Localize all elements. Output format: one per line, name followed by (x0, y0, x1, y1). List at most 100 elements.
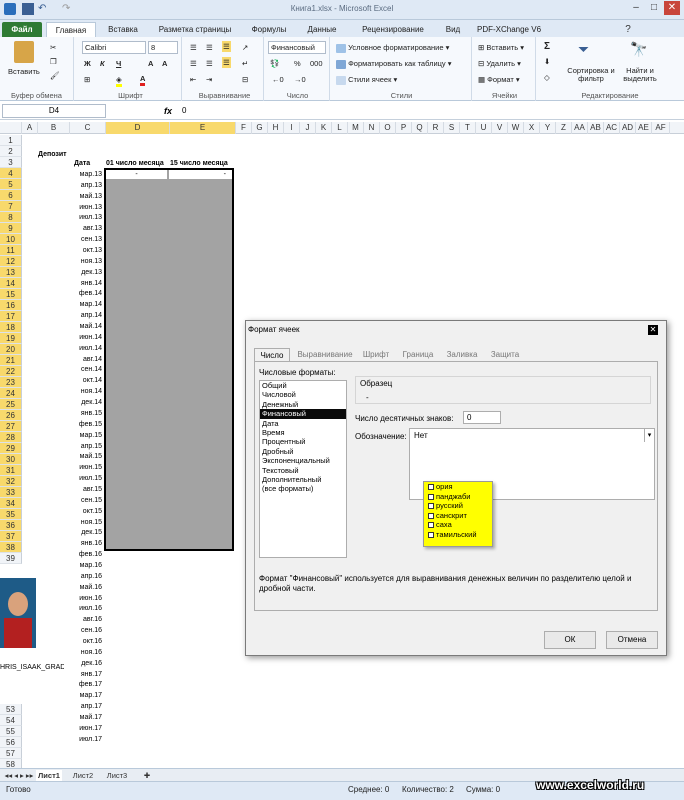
date-cell[interactable]: июл.15 (70, 473, 104, 484)
underline-button[interactable]: Ч (116, 59, 121, 68)
italic-button[interactable]: К (100, 59, 105, 68)
category-item[interactable]: Экспоненциальный (260, 456, 346, 465)
date-cell[interactable]: янв.15 (70, 408, 104, 419)
column-header-p[interactable]: P (396, 122, 412, 134)
tab-fill[interactable]: Заливка (442, 348, 482, 361)
date-cell[interactable]: июн.13 (70, 202, 104, 213)
sheet-tab-1[interactable]: Лист1 (36, 770, 62, 781)
category-item[interactable]: Дата (260, 419, 346, 428)
decimals-spinner[interactable]: 0 (463, 411, 501, 424)
date-cell[interactable]: сен.14 (70, 364, 104, 375)
cell-styles-button[interactable]: Стили ячеек ▾ (336, 75, 397, 85)
column-header-y[interactable]: Y (540, 122, 556, 134)
tab-data[interactable]: Данные (298, 22, 346, 37)
minimize-icon[interactable]: – (628, 1, 644, 15)
checkbox-icon[interactable] (428, 503, 434, 510)
date-cell[interactable]: сен.13 (70, 234, 104, 245)
row-header-33[interactable]: 33 (0, 487, 22, 498)
tab-formulas[interactable]: Формулы (244, 22, 294, 37)
date-cell[interactable]: мар.16 (70, 560, 104, 571)
date-cell[interactable]: апр.15 (70, 441, 104, 452)
delete-cells-button[interactable]: ⊟ Удалить ▾ (478, 59, 521, 68)
date-cell[interactable]: авг.13 (70, 223, 104, 234)
tab-protection[interactable]: Защита (486, 348, 524, 361)
font-color-icon[interactable]: A (140, 74, 146, 86)
row-header-53[interactable]: 53 (0, 704, 22, 715)
column-header-u[interactable]: U (476, 122, 492, 134)
autosum-button[interactable]: Σ (544, 41, 550, 52)
row-header-54[interactable]: 54 (0, 715, 22, 726)
orientation-icon[interactable]: ↗ (242, 43, 248, 52)
column-header-q[interactable]: Q (412, 122, 428, 134)
fill-icon[interactable]: ⬇ (544, 57, 550, 66)
date-cell[interactable]: ноя.13 (70, 256, 104, 267)
date-cell[interactable]: июл.13 (70, 212, 104, 223)
tab-insert[interactable]: Вставка (100, 22, 146, 37)
date-cell[interactable]: фев.16 (70, 549, 104, 560)
column-header-d[interactable]: D (106, 122, 170, 134)
column-header-m[interactable]: M (348, 122, 364, 134)
category-list[interactable]: Общий Числовой Денежный Финансовый Дата Время… (259, 380, 347, 558)
sort-filter-button[interactable]: Сортировка и фильтр (566, 67, 616, 83)
percent-button[interactable]: % (294, 59, 301, 68)
column-header-s[interactable]: S (444, 122, 460, 134)
date-cell[interactable]: май.15 (70, 451, 104, 462)
row-header-16[interactable]: 16 (0, 300, 22, 311)
category-item[interactable]: Числовой (260, 390, 346, 399)
row-header-38[interactable]: 38 (0, 542, 22, 553)
symbol-option[interactable]: тамильский (424, 530, 492, 540)
column-header-w[interactable]: W (508, 122, 524, 134)
number-format-select[interactable]: Финансовый (268, 41, 326, 54)
align-top-icon[interactable]: ☰ (190, 43, 197, 52)
increase-decimal-icon[interactable]: ←0 (272, 75, 284, 84)
thousands-button[interactable]: 000 (310, 59, 323, 68)
select-all-corner[interactable] (0, 122, 22, 134)
row-header-39[interactable]: 39 (0, 553, 22, 564)
date-cell[interactable]: сен.16 (70, 625, 104, 636)
tab-number[interactable]: Число (254, 348, 290, 361)
category-item[interactable]: Процентный (260, 437, 346, 446)
row-header-32[interactable]: 32 (0, 476, 22, 487)
date-cell[interactable]: дек.15 (70, 527, 104, 538)
align-center-icon[interactable]: ☰ (206, 59, 213, 68)
column-header-ae[interactable]: AE (636, 122, 652, 134)
row-header-8[interactable]: 8 (0, 212, 22, 223)
conditional-formatting-button[interactable]: Условное форматирование ▾ (336, 43, 449, 53)
row-header-10[interactable]: 10 (0, 234, 22, 245)
row-header-57[interactable]: 57 (0, 748, 22, 759)
date-cell[interactable]: мар.13 (70, 169, 104, 180)
column-header-c[interactable]: C (70, 122, 106, 134)
date-cell[interactable]: окт.15 (70, 506, 104, 517)
maximize-icon[interactable]: □ (646, 1, 662, 15)
category-item[interactable]: Время (260, 428, 346, 437)
column-header-n[interactable]: N (364, 122, 380, 134)
chevron-down-icon[interactable]: ▾ (644, 429, 654, 442)
date-cell[interactable]: мар.14 (70, 299, 104, 310)
column-header-ad[interactable]: AD (620, 122, 636, 134)
checkbox-icon[interactable] (428, 484, 434, 491)
column-header-o[interactable]: O (380, 122, 396, 134)
row-header-6[interactable]: 6 (0, 190, 22, 201)
tab-font[interactable]: Шрифт (360, 348, 392, 361)
date-cell[interactable]: фев.15 (70, 419, 104, 430)
row-header-37[interactable]: 37 (0, 531, 22, 542)
category-item[interactable]: Текстовый (260, 466, 346, 475)
column-header-k[interactable]: K (316, 122, 332, 134)
borders-icon[interactable]: ⊞ (84, 75, 90, 84)
row-header-27[interactable]: 27 (0, 421, 22, 432)
column-header-b[interactable]: B (38, 122, 70, 134)
date-cell[interactable]: авг.15 (70, 484, 104, 495)
date-cell[interactable]: дек.16 (70, 658, 104, 669)
dialog-close-icon[interactable]: ✕ (648, 325, 658, 335)
row-header-2[interactable]: 2 (0, 146, 22, 157)
find-icon[interactable]: 🔭 (630, 41, 647, 58)
date-cell[interactable]: янв.14 (70, 278, 104, 289)
date-cell[interactable]: май.17 (70, 712, 104, 723)
date-cell[interactable]: ноя.16 (70, 647, 104, 658)
tab-file[interactable]: Файл (2, 22, 42, 37)
currency-icon[interactable]: 💱 (270, 59, 279, 68)
format-cells-button[interactable]: ▦ Формат ▾ (478, 75, 520, 84)
date-cell[interactable]: мар.17 (70, 690, 104, 701)
column-header-t[interactable]: T (460, 122, 476, 134)
date-cell[interactable]: апр.14 (70, 310, 104, 321)
